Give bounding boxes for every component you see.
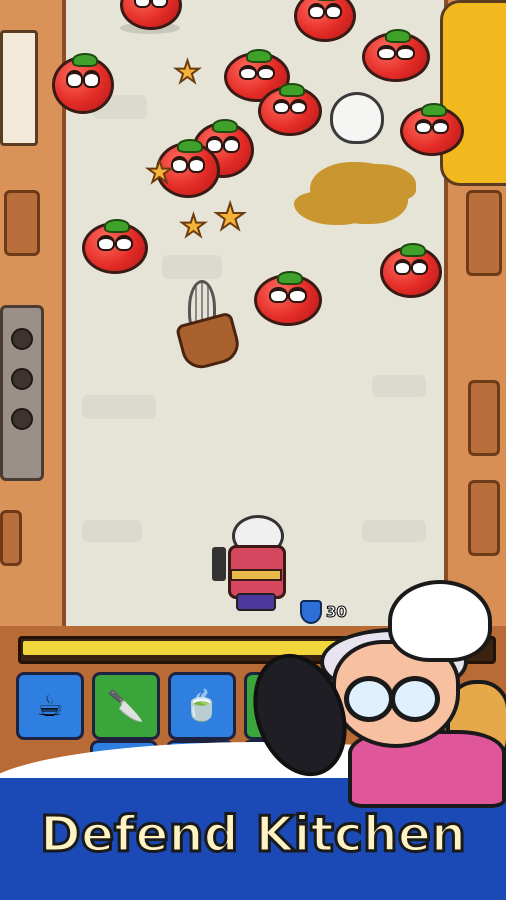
tomato-enemy [380, 243, 442, 298]
left-handle [0, 510, 22, 566]
banner-title: Defend Kitchen [39, 805, 468, 865]
star-icon: ★ [213, 197, 247, 238]
tomato-enemy [362, 29, 430, 82]
inventory-slot-teacup[interactable]: 🍵 [168, 672, 236, 740]
right-cabinet-lower [468, 480, 500, 556]
yellow-appliance [440, 0, 506, 186]
grandma-mascot [237, 580, 506, 808]
left-cupboard [0, 30, 38, 146]
inventory-slot-cup[interactable]: ☕ [16, 672, 84, 740]
cup-icon: ☕ [36, 688, 64, 724]
game-scene: ★ ★ ★ ★ 30 ☕ 🔪 🍵 🥄 [0, 0, 506, 900]
inventory-slot-knife[interactable]: 🔪 [92, 672, 160, 740]
tomato-enemy [400, 103, 464, 156]
egg-enemy [330, 92, 384, 144]
hanging-towel [4, 190, 40, 256]
teacup-icon: 🍵 [183, 688, 221, 724]
star-icon: ★ [173, 55, 202, 90]
tomato-enemy [254, 271, 322, 326]
tomato-enemy [258, 83, 322, 136]
star-icon: ★ [145, 155, 174, 190]
right-shelf [466, 190, 502, 276]
right-cabinet [468, 380, 500, 456]
star-icon: ★ [179, 209, 208, 244]
tomato-enemy [82, 219, 148, 274]
stove [0, 305, 44, 481]
tomato-enemy [52, 53, 114, 114]
knife-icon: 🔪 [107, 688, 145, 724]
